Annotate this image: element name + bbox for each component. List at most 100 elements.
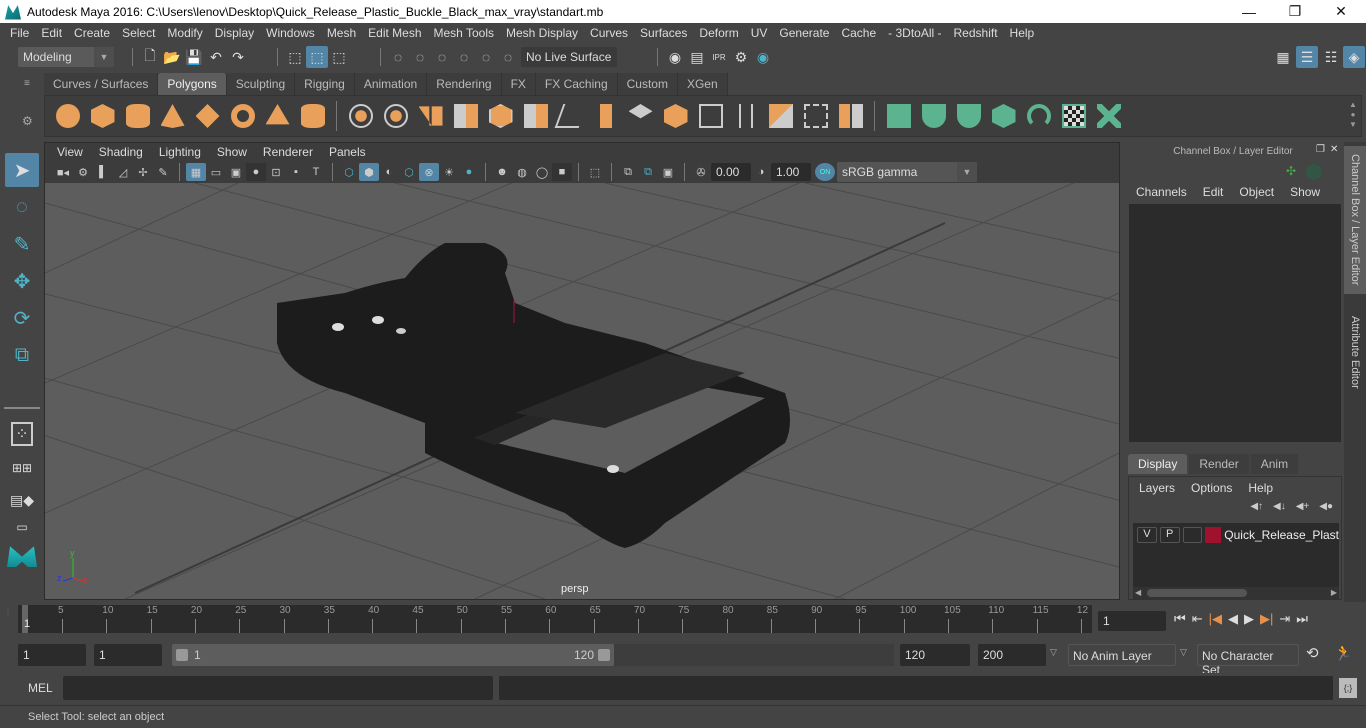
menu-curves[interactable]: Curves: [584, 26, 634, 40]
restore-button[interactable]: ❐: [1272, 0, 1318, 23]
lasso-tool[interactable]: ◌: [5, 190, 39, 224]
layer-horizontal-scrollbar[interactable]: ◀ ▶: [1133, 587, 1339, 599]
character-set-dropdown[interactable]: No Character Set: [1197, 644, 1299, 677]
animation-preferences-icon[interactable]: 🏃: [1334, 644, 1353, 662]
uv-planar-mapping-button[interactable]: [881, 101, 916, 131]
gamma-icon[interactable]: ◑: [751, 163, 771, 181]
show-menu[interactable]: Show: [1290, 185, 1320, 199]
tab-anim[interactable]: Anim: [1250, 454, 1299, 474]
target-weld-button[interactable]: [798, 101, 833, 131]
uv-cylindrical-mapping-button[interactable]: [916, 101, 951, 131]
poly-pipe-button[interactable]: [295, 101, 330, 131]
move-layer-up-icon[interactable]: ◀↑: [1250, 501, 1263, 512]
menu-help[interactable]: Help: [1004, 26, 1041, 40]
save-scene-icon[interactable]: 💾: [183, 46, 205, 68]
scroll-thumb[interactable]: [1147, 589, 1247, 597]
offset-edge-loop-button[interactable]: [728, 101, 763, 131]
menu-cache[interactable]: Cache: [835, 26, 882, 40]
timeline-drag-handle[interactable]: ⋮: [4, 607, 14, 631]
xray-joints-icon[interactable]: ⧉: [618, 163, 638, 181]
current-frame-field[interactable]: 1: [1098, 611, 1166, 631]
uv-spherical-mapping-button[interactable]: [951, 101, 986, 131]
poly-cone-button[interactable]: [155, 101, 190, 131]
help-menu[interactable]: Help: [1248, 481, 1273, 495]
tab-render[interactable]: Render: [1189, 454, 1249, 474]
play-backward-icon[interactable]: ◀: [1228, 611, 1238, 627]
shelf-tab-sculpting[interactable]: Sculpting: [226, 73, 296, 95]
command-input[interactable]: [63, 676, 493, 700]
shelf-tab-custom[interactable]: Custom: [617, 73, 678, 95]
menu-mesh-display[interactable]: Mesh Display: [500, 26, 584, 40]
resolution-gate-icon[interactable]: ▣: [226, 163, 246, 181]
color-space-dropdown[interactable]: sRGB gamma ▼: [837, 162, 977, 182]
separate-button[interactable]: [378, 101, 413, 131]
edit-menu[interactable]: Edit: [1203, 185, 1224, 199]
range-slider[interactable]: 1 120: [172, 644, 614, 666]
wireframe-on-shaded-icon[interactable]: ◐: [379, 163, 399, 181]
viewport-menu-shading[interactable]: Shading: [91, 145, 151, 159]
tool-settings-icon[interactable]: ☷: [1320, 46, 1342, 68]
step-back-key-icon[interactable]: ⇤: [1192, 611, 1203, 627]
wireframe-icon[interactable]: ⬡: [339, 163, 359, 181]
anim-layer-dropdown[interactable]: No Anim Layer: [1068, 644, 1176, 666]
poly-cylinder-button[interactable]: [120, 101, 155, 131]
menu-file[interactable]: File: [4, 26, 35, 40]
paint-select-tool[interactable]: ✎: [5, 227, 39, 261]
gamma-field[interactable]: 1.00: [771, 163, 811, 181]
auto-key-icon[interactable]: ⟲: [1306, 644, 1319, 662]
play-forward-icon[interactable]: ▶: [1244, 611, 1254, 627]
layer-row[interactable]: V P Quick_Release_Plastic_: [1133, 525, 1339, 545]
color-management-toggle[interactable]: ON: [815, 163, 835, 181]
layer-display-type-toggle[interactable]: [1182, 527, 1203, 543]
grid-toggle-icon[interactable]: ▦: [186, 163, 206, 181]
single-view-layout[interactable]: ⁘: [5, 417, 39, 451]
animation-start-field[interactable]: 1: [18, 644, 86, 666]
bevel-button[interactable]: [658, 101, 693, 131]
playback-end-field[interactable]: 120: [900, 644, 970, 666]
close-button[interactable]: ✕: [1318, 0, 1364, 23]
camera-attributes-icon[interactable]: ⚙: [73, 163, 93, 181]
menu-uv[interactable]: UV: [745, 26, 774, 40]
menu-redshift[interactable]: Redshift: [948, 26, 1004, 40]
scroll-right-icon[interactable]: ▶: [1331, 588, 1337, 597]
poly-sphere-button[interactable]: [50, 101, 85, 131]
render-view-icon[interactable]: ◉: [664, 46, 686, 68]
bridge-button[interactable]: [623, 101, 658, 131]
render-current-icon[interactable]: ▤: [686, 46, 708, 68]
grease-pencil-icon[interactable]: ✎: [153, 163, 173, 181]
hypershade-icon[interactable]: ◉: [752, 46, 774, 68]
float-panel-icon[interactable]: ❐: [1316, 144, 1328, 156]
select-component-icon[interactable]: ⬚: [328, 46, 350, 68]
menu-generate[interactable]: Generate: [773, 26, 835, 40]
modeling-toolkit-icon[interactable]: ▦: [1272, 46, 1294, 68]
sync-toggle-icon[interactable]: [1306, 164, 1322, 180]
close-panel-icon[interactable]: ✕: [1330, 144, 1342, 156]
viewport-menu-renderer[interactable]: Renderer: [255, 145, 321, 159]
menu-3dtoall[interactable]: - 3DtoAll -: [882, 26, 947, 40]
snap-curve-icon[interactable]: ◌: [409, 46, 431, 68]
step-forward-frame-icon[interactable]: ▶|: [1260, 611, 1273, 627]
safe-action-icon[interactable]: ▪: [286, 163, 306, 181]
layers-menu[interactable]: Layers: [1139, 481, 1175, 495]
film-gate-icon[interactable]: ▭: [206, 163, 226, 181]
channel-box-toggle-icon[interactable]: ◈: [1343, 46, 1365, 68]
snap-live-icon[interactable]: ◌: [475, 46, 497, 68]
layer-visibility-toggle[interactable]: V: [1137, 527, 1157, 543]
texture-icon[interactable]: ▣: [658, 163, 678, 181]
ipr-render-icon[interactable]: IPR: [708, 46, 730, 68]
mirror-button[interactable]: [413, 101, 448, 131]
smooth-button[interactable]: [448, 101, 483, 131]
menu-windows[interactable]: Windows: [260, 26, 321, 40]
layer-playback-toggle[interactable]: P: [1159, 527, 1180, 543]
side-tab-channel-box[interactable]: Channel Box / Layer Editor: [1344, 146, 1366, 294]
multi-cut-button[interactable]: [553, 101, 588, 131]
menu-select[interactable]: Select: [116, 26, 161, 40]
xray-active-icon[interactable]: ⧉: [638, 163, 658, 181]
attribute-editor-toggle-icon[interactable]: ☰: [1296, 46, 1318, 68]
select-object-icon[interactable]: ⬚: [306, 46, 328, 68]
isolate-select-icon[interactable]: ⬚: [585, 163, 605, 181]
bookmark-icon[interactable]: ▌: [93, 163, 113, 181]
menu-display[interactable]: Display: [209, 26, 260, 40]
uv-unfold-button[interactable]: [1091, 101, 1126, 131]
render-settings-icon[interactable]: ⚙: [730, 46, 752, 68]
